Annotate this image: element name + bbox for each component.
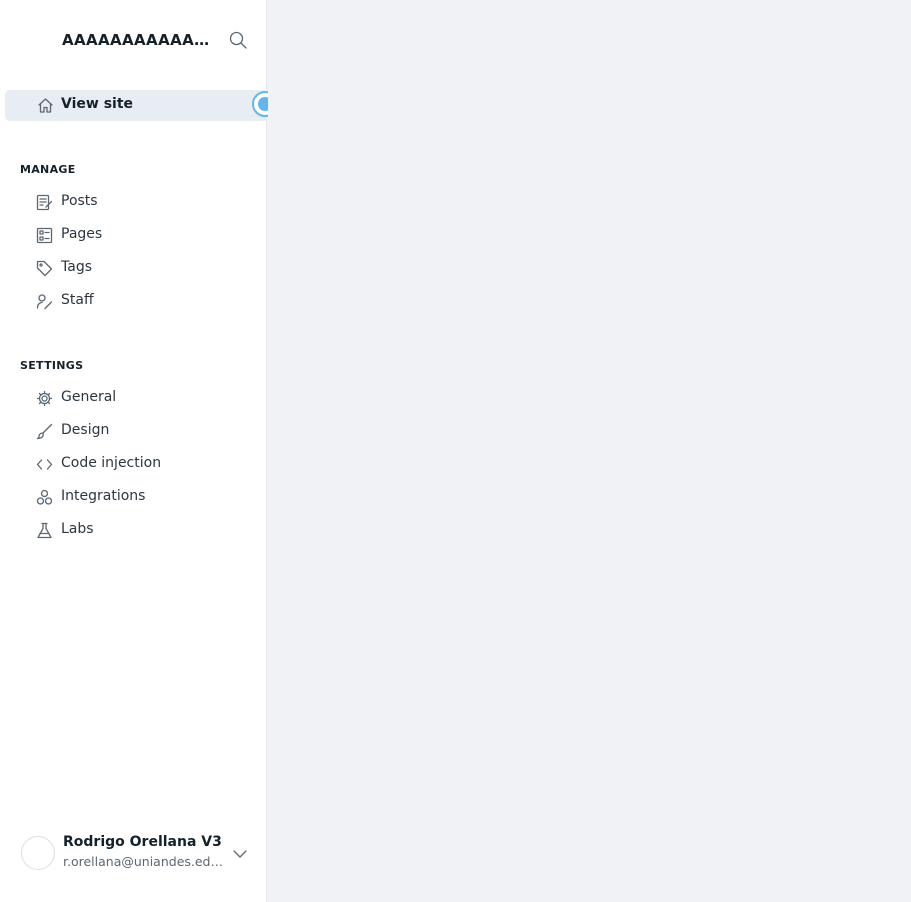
sidebar-item-design[interactable]: Design [0,416,267,446]
settings-heading: SETTINGS [20,359,84,372]
sidebar-item-integrations[interactable]: Integrations [0,482,267,512]
search-icon[interactable] [228,30,248,50]
sidebar-item-label: Labs [61,521,94,537]
user-menu[interactable]: Rodrigo Orellana V3 r.orellana@uniandes.… [0,830,267,878]
avatar [21,836,55,870]
sidebar-item-label: Posts [61,193,98,209]
sidebar-item-pages[interactable]: Pages [0,220,267,250]
posts-icon [36,194,53,211]
pages-icon [36,227,53,244]
manage-heading: MANAGE [20,163,76,176]
sidebar-item-general[interactable]: General [0,383,267,413]
sidebar: AAAAAAAAAAAAAAAAAAAA View site MANAGE Po… [0,0,267,902]
sidebar-item-staff[interactable]: Staff [0,286,267,316]
sidebar-item-labs[interactable]: Labs [0,515,267,545]
sidebar-item-label: Design [61,422,110,438]
flask-icon [36,522,53,539]
user-email: r.orellana@uniandes.edu.co [63,854,225,869]
code-icon [36,456,53,473]
home-icon [37,97,54,114]
tag-icon [36,260,53,277]
sidebar-item-label: General [61,389,117,405]
brush-icon [36,423,53,440]
view-site-label: View site [61,96,134,112]
sidebar-item-posts[interactable]: Posts [0,187,267,217]
user-name: Rodrigo Orellana V3 [63,834,222,850]
gear-icon [36,390,53,407]
sidebar-item-label: Pages [61,226,103,242]
integrations-icon [36,489,53,506]
sidebar-item-label: Integrations [61,488,146,504]
chevron-down-icon[interactable] [232,846,248,862]
sidebar-item-code-injection[interactable]: Code injection [0,449,267,479]
sidebar-item-label: Tags [61,259,92,275]
view-site-link[interactable]: View site [5,90,267,121]
sidebar-item-label: Code injection [61,455,162,471]
main-content [268,0,911,902]
site-title[interactable]: AAAAAAAAAAAAAAAAAAAA [62,31,212,49]
sidebar-item-label: Staff [61,292,94,308]
staff-icon [36,293,53,310]
sidebar-item-tags[interactable]: Tags [0,253,267,283]
site-header: AAAAAAAAAAAAAAAAAAAA [0,22,267,60]
